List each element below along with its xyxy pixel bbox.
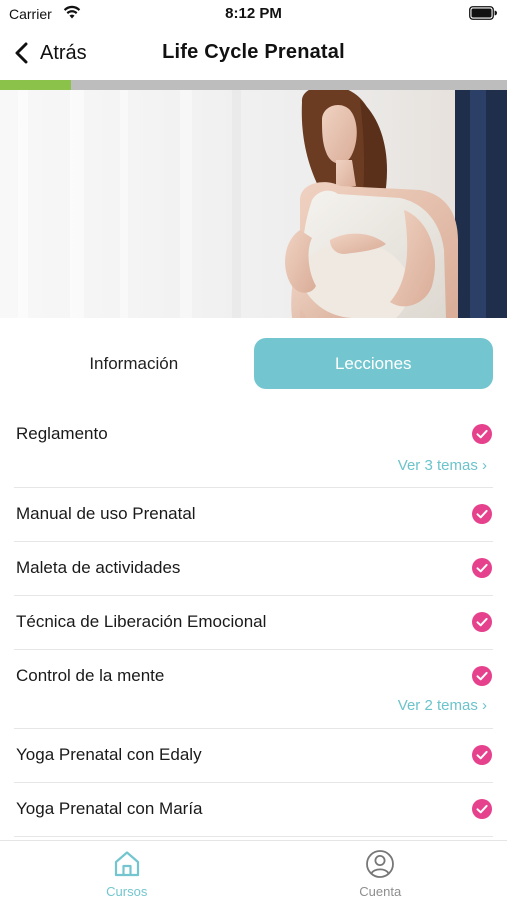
status-bar: Carrier 8:12 PM — [0, 0, 507, 28]
lesson-item-reglamento[interactable]: Reglamento Ver 3 temas › — [14, 406, 493, 488]
check-circle-icon — [472, 424, 492, 444]
lesson-title: Técnica de Liberación Emocional — [16, 612, 267, 631]
battery-icon — [469, 6, 497, 20]
course-progress-bar — [0, 80, 507, 90]
tab-bar-label: Cursos — [106, 884, 148, 899]
user-circle-icon — [366, 850, 395, 878]
view-subtopics-link[interactable]: Ver 2 temas › — [398, 697, 487, 714]
lesson-title: Yoga Prenatal con Edaly — [16, 745, 202, 764]
lesson-item-manual[interactable]: Manual de uso Prenatal — [14, 488, 493, 542]
bottom-tab-bar: Cursos Cuenta — [0, 840, 507, 900]
tab-bar-label: Cuenta — [359, 884, 402, 899]
view-subtopics-label: Ver 3 temas — [397, 457, 478, 474]
lesson-title: Reglamento — [16, 424, 108, 443]
chevron-right-icon: › — [482, 457, 487, 474]
tab-lecciones[interactable]: Lecciones — [253, 338, 493, 389]
chevron-right-icon: › — [482, 697, 487, 714]
lesson-title: Yoga Prenatal con María — [16, 799, 203, 818]
check-circle-icon — [472, 666, 492, 686]
tab-bar-cuenta[interactable]: Cuenta — [254, 841, 507, 900]
course-hero-image — [0, 90, 507, 318]
check-circle-icon — [472, 558, 492, 578]
view-subtopics-link[interactable]: Ver 3 temas › — [398, 457, 487, 474]
lesson-item-control-mente[interactable]: Control de la mente Ver 2 temas › — [14, 650, 493, 729]
course-tabs: Información Lecciones — [14, 338, 493, 389]
lesson-item-tecnica[interactable]: Técnica de Liberación Emocional — [14, 596, 493, 650]
page-title: Life Cycle Prenatal — [162, 41, 345, 63]
lesson-item-yoga-edaly[interactable]: Yoga Prenatal con Edaly — [14, 729, 493, 783]
lesson-title: Control de la mente — [16, 666, 165, 685]
clock: 8:12 PM — [225, 5, 282, 22]
check-circle-icon — [472, 745, 492, 765]
navigation-bar: Atrás Life Cycle Prenatal — [0, 28, 507, 78]
check-circle-icon — [472, 612, 492, 632]
lesson-item-yoga-maria[interactable]: Yoga Prenatal con María — [14, 783, 493, 837]
check-circle-icon — [472, 799, 492, 819]
check-circle-icon — [472, 504, 492, 524]
view-subtopics-label: Ver 2 temas — [397, 697, 478, 714]
tab-informacion[interactable]: Información — [14, 338, 254, 389]
pregnant-woman-photo — [0, 90, 507, 318]
lesson-item-maleta[interactable]: Maleta de actividades — [14, 542, 493, 596]
lesson-title: Manual de uso Prenatal — [16, 504, 196, 523]
course-progress-fill — [0, 80, 71, 90]
lesson-list: Reglamento Ver 3 temas › Manual de uso P… — [14, 406, 493, 837]
home-icon — [114, 851, 139, 877]
lesson-title: Maleta de actividades — [16, 558, 181, 577]
tab-bar-cursos[interactable]: Cursos — [0, 841, 254, 900]
